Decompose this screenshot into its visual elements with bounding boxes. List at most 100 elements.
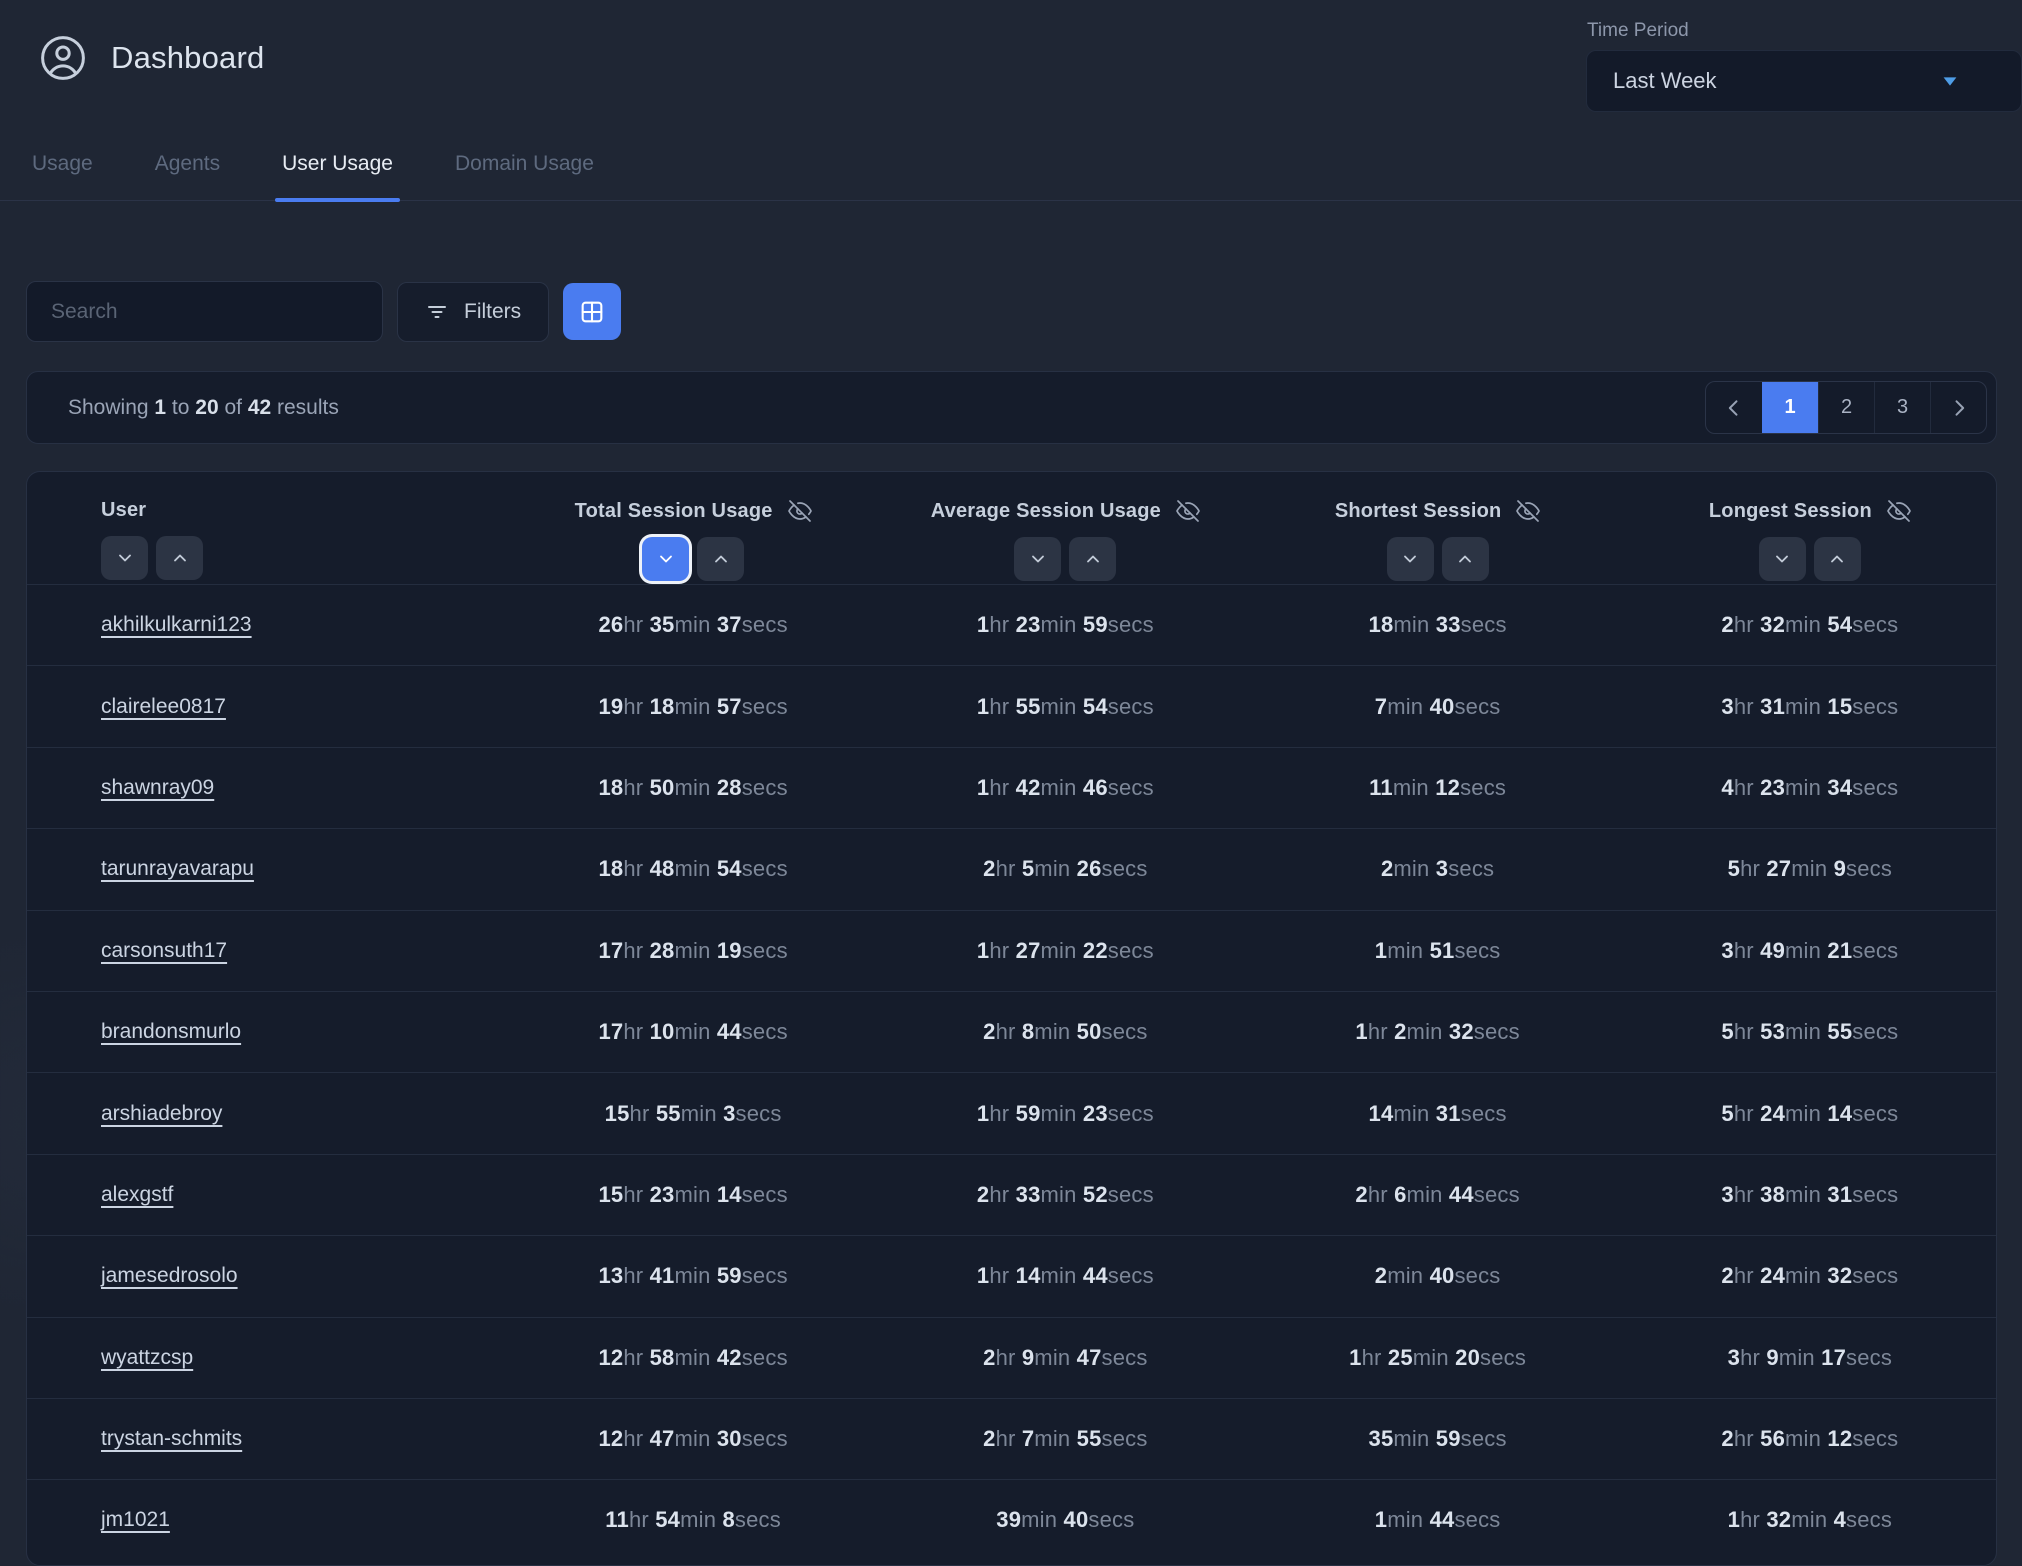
user-cell: jamesedrosolo (27, 1264, 507, 1288)
sort-ascending-button[interactable] (1069, 537, 1116, 581)
column-header-shortest-session: Shortest Session (1252, 499, 1624, 584)
next-page-button[interactable] (1930, 382, 1986, 433)
user-cell: brandonsmurlo (27, 1020, 507, 1044)
sort-ascending-button[interactable] (156, 536, 203, 580)
tab-bar: Usage Agents User Usage Domain Usage (0, 146, 2022, 201)
sort-descending-button[interactable] (1759, 537, 1806, 581)
average-session-cell: 1hr 23min 59secs (879, 612, 1251, 638)
table-row: arshiadebroy 15hr 55min 3secs1hr 59min 23… (27, 1072, 1996, 1153)
eye-off-icon[interactable] (1516, 499, 1540, 523)
total-session-cell: 15hr 55min 3secs (507, 1101, 879, 1127)
average-session-cell: 1hr 27min 22secs (879, 938, 1251, 964)
results-summary: Showing 1 to 20 of 42 results (68, 396, 339, 420)
filters-button-label: Filters (464, 300, 521, 324)
user-link[interactable]: akhilkulkarni123 (101, 613, 252, 636)
column-label: User (101, 499, 146, 522)
user-link[interactable]: clairelee0817 (101, 695, 226, 718)
user-link[interactable]: jamesedrosolo (101, 1264, 238, 1287)
longest-session-cell: 3hr 31min 15secs (1624, 694, 1996, 720)
user-cell: trystan-schmits (27, 1427, 507, 1451)
chevron-right-icon (1949, 398, 1969, 418)
eye-off-icon[interactable] (1176, 499, 1200, 523)
shortest-session-cell: 35min 59secs (1252, 1426, 1624, 1452)
table-row: wyattzcsp12hr 58min 42secs2hr 9min 47sec… (27, 1317, 1996, 1398)
average-session-cell: 2hr 33min 52secs (879, 1182, 1251, 1208)
sort-descending-button[interactable] (101, 536, 148, 580)
user-cell: jm1021 (27, 1508, 507, 1532)
user-cell: wyattzcsp (27, 1346, 507, 1370)
filters-button[interactable]: Filters (397, 282, 549, 342)
shortest-session-cell: 2min 3secs (1252, 856, 1624, 882)
page-title: Dashboard (111, 40, 264, 76)
table-row: akhilkulkarni123 26hr 35min 37secs1hr 23m… (27, 584, 1996, 665)
average-session-cell: 39min 40secs (879, 1507, 1251, 1533)
user-cell: akhilkulkarni123 (27, 613, 507, 637)
user-cell: alexgstf (27, 1183, 507, 1207)
column-header-average-session: Average Session Usage (879, 499, 1251, 584)
eye-off-icon[interactable] (788, 499, 812, 523)
user-link[interactable]: tarunrayavarapu (101, 857, 254, 880)
total-session-cell: 18hr 50min 28secs (507, 775, 879, 801)
user-link[interactable]: brandonsmurlo (101, 1020, 241, 1043)
average-session-cell: 1hr 55min 54secs (879, 694, 1251, 720)
user-link[interactable]: wyattzcsp (101, 1346, 193, 1369)
column-label: Total Session Usage (575, 500, 773, 523)
tab-domain-usage[interactable]: Domain Usage (455, 152, 594, 200)
pagination-controls: 123 (1705, 381, 1987, 434)
caret-down-icon (1939, 70, 1961, 92)
tab-usage[interactable]: Usage (32, 152, 93, 200)
sort-descending-button[interactable] (1014, 537, 1061, 581)
user-link[interactable]: carsonsuth17 (101, 939, 227, 962)
search-input[interactable] (26, 281, 383, 342)
longest-session-cell: 5hr 27min 9secs (1624, 856, 1996, 882)
column-label: Longest Session (1709, 500, 1872, 523)
shortest-session-cell: 2min 40secs (1252, 1263, 1624, 1289)
table-row: clairelee081719hr 18min 57secs1hr 55min … (27, 665, 1996, 746)
grid-view-button[interactable] (563, 283, 621, 340)
longest-session-cell: 2hr 56min 12secs (1624, 1426, 1996, 1452)
average-session-cell: 2hr 5min 26secs (879, 856, 1251, 882)
shortest-session-cell: 1hr 2min 32secs (1252, 1019, 1624, 1045)
shortest-session-cell: 1min 44secs (1252, 1507, 1624, 1533)
sort-descending-button[interactable] (1387, 537, 1434, 581)
sort-ascending-button[interactable] (1442, 537, 1489, 581)
time-period-select[interactable]: Last Week (1586, 50, 2022, 112)
user-cell: arshiadebroy (27, 1102, 507, 1126)
page-button-1[interactable]: 1 (1762, 382, 1818, 433)
tab-agents[interactable]: Agents (155, 152, 220, 200)
user-link[interactable]: trystan-schmits (101, 1427, 242, 1450)
sort-descending-button[interactable] (642, 537, 689, 581)
total-session-cell: 26hr 35min 37secs (507, 612, 879, 638)
column-header-longest-session: Longest Session (1624, 499, 1996, 584)
user-link[interactable]: alexgstf (101, 1183, 173, 1206)
average-session-cell: 1hr 59min 23secs (879, 1101, 1251, 1127)
user-link[interactable]: jm1021 (101, 1508, 170, 1531)
table-row: jm102111hr 54min 8secs39min 40secs1min 4… (27, 1479, 1996, 1560)
filter-icon (425, 300, 449, 324)
previous-page-button[interactable] (1706, 382, 1762, 433)
average-session-cell: 2hr 9min 47secs (879, 1345, 1251, 1371)
user-cell: clairelee0817 (27, 695, 507, 719)
table-row: carsonsuth1717hr 28min 19secs1hr 27min 2… (27, 910, 1996, 991)
sort-ascending-button[interactable] (697, 537, 744, 581)
shortest-session-cell: 14min 31secs (1252, 1101, 1624, 1127)
shortest-session-cell: 1hr 25min 20secs (1252, 1345, 1624, 1371)
pagination-card: Showing 1 to 20 of 42 results 123 (26, 371, 1997, 444)
page-button-2[interactable]: 2 (1818, 382, 1874, 433)
average-session-cell: 2hr 7min 55secs (879, 1426, 1251, 1452)
eye-off-icon[interactable] (1887, 499, 1911, 523)
tab-user-usage[interactable]: User Usage (282, 152, 393, 200)
shortest-session-cell: 7min 40secs (1252, 694, 1624, 720)
user-avatar-icon (39, 34, 87, 82)
page-button-3[interactable]: 3 (1874, 382, 1930, 433)
user-usage-table: User Total Session Usage (26, 471, 1997, 1566)
shortest-session-cell: 2hr 6min 44secs (1252, 1182, 1624, 1208)
sort-ascending-button[interactable] (1814, 537, 1861, 581)
user-link[interactable]: shawnray09 (101, 776, 214, 799)
total-session-cell: 13hr 41min 59secs (507, 1263, 879, 1289)
column-label: Average Session Usage (931, 500, 1161, 523)
longest-session-cell: 4hr 23min 34secs (1624, 775, 1996, 801)
table-header: User Total Session Usage (27, 472, 1996, 584)
total-session-cell: 18hr 48min 54secs (507, 856, 879, 882)
user-link[interactable]: arshiadebroy (101, 1102, 222, 1125)
